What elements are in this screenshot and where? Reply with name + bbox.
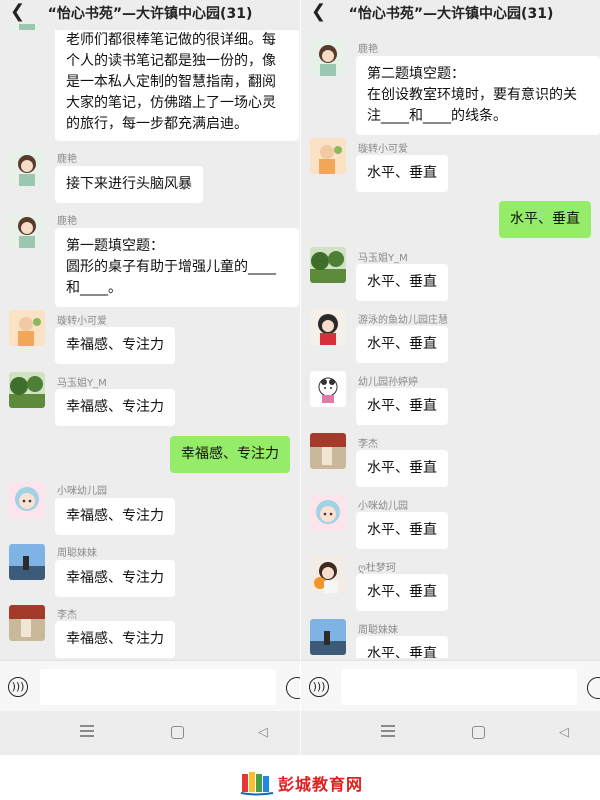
message-text-line: 是一本私人定制的智慧指南，翻阅 (66, 74, 276, 90)
message-bubble[interactable]: 幸福感、专注力 (55, 327, 175, 364)
sender-name: 游泳的鱼幼儿园庄慧 (358, 315, 448, 326)
sender-name: 马玉姐Y_M (57, 378, 107, 389)
sender-name: 鹿艳 (57, 216, 77, 227)
chat-title: “怡心书苑”—大许镇中心园(31) (348, 6, 554, 22)
avatar[interactable] (9, 150, 45, 186)
site-name: 彭城教育网 (278, 775, 364, 794)
sender-name: ღ杜梦珂 (358, 563, 396, 574)
site-logo-icon (240, 770, 274, 800)
message-bubble[interactable]: 老师们都很棒笔记做的很详细。每 个人的读书笔记都是独一份的，像 是一本私人定制的… (55, 30, 299, 141)
sender-name: 李杰 (57, 610, 77, 621)
emoji-icon[interactable] (286, 677, 300, 699)
message-bubble[interactable]: 水平、垂直 (356, 326, 448, 363)
message-text-line: 的旅行，每一步都充满启迪。 (66, 116, 248, 132)
avatar[interactable] (310, 138, 346, 174)
avatar[interactable] (9, 544, 45, 580)
message-text-line: 老师们都很棒笔记做的很详细。每 (66, 32, 276, 48)
sender-name: 小咪幼儿园 (358, 501, 408, 512)
sender-name: 周聪妹妹 (358, 625, 398, 636)
message-bubble[interactable]: 水平、垂直 (356, 574, 448, 611)
sender-name: 璇转小可爱 (57, 316, 107, 327)
avatar[interactable] (310, 557, 346, 593)
sender-name: 鹿艳 (358, 44, 378, 55)
message-bubble[interactable]: 水平、垂直 (356, 155, 448, 192)
message-text-line: 注____和____的线条。 (367, 108, 507, 124)
avatar[interactable] (9, 372, 45, 408)
triangle-back-icon[interactable]: ◁ (258, 725, 268, 740)
message-bubble[interactable]: 幸福感、专注力 (55, 498, 175, 535)
message-list[interactable]: 老师们都很棒笔记做的很详细。每 个人的读书笔记都是独一份的，像 是一本私人定制的… (0, 24, 300, 658)
my-message-bubble[interactable]: 水平、垂直 (499, 201, 591, 238)
message-bubble[interactable]: 水平、垂直 (356, 512, 448, 549)
avatar[interactable] (310, 433, 346, 469)
voice-icon[interactable]: ))) (8, 677, 28, 697)
message-bubble[interactable]: 接下来进行头脑风暴 (55, 166, 203, 203)
triangle-back-icon[interactable]: ◁ (559, 725, 569, 740)
avatar[interactable] (310, 40, 346, 76)
avatar[interactable] (310, 495, 346, 531)
sender-name: 幼儿园孙婷婷 (358, 377, 418, 388)
avatar[interactable] (310, 309, 346, 345)
message-text-line: 个人的读书笔记都是独一份的，像 (66, 53, 276, 69)
message-text-line: 在创设教室环境时，要有意识的关 (367, 87, 577, 103)
message-bubble[interactable]: 幸福感、专注力 (55, 560, 175, 597)
message-text-line: 和____。 (66, 280, 122, 296)
message-text-line: 第二题填空题： (367, 66, 465, 82)
home-icon[interactable] (171, 726, 184, 739)
voice-icon[interactable]: ))) (309, 677, 329, 697)
system-navbar: ◁ (0, 711, 300, 755)
message-text-line: 圆形的桌子有助于增强儿童的____ (66, 259, 276, 275)
sender-name: 马玉姐Y_M (358, 253, 408, 264)
message-text-line: 大家的笔记，仿佛踏上了一场心灵 (66, 95, 276, 111)
right-chat-screen: ❮ “怡心书苑”—大许镇中心园(31) 鹿艳 第二题填空题： 在创设教室环境时，… (301, 0, 600, 755)
message-bubble[interactable]: 水平、垂直 (356, 450, 448, 487)
message-list[interactable]: 鹿艳 第二题填空题： 在创设教室环境时，要有意识的关 注____和____的线条… (301, 24, 600, 658)
input-bar: ))) (301, 660, 600, 711)
sender-name: 璇转小可爱 (358, 144, 408, 155)
sender-name: 周聪妹妹 (57, 548, 97, 559)
left-chat-screen: ❮ “怡心书苑”—大许镇中心园(31) 老师们都很棒笔记做的很详细。每 个人的读… (0, 0, 300, 755)
message-bubble[interactable]: 水平、垂直 (356, 264, 448, 301)
input-bar: ))) (0, 660, 300, 711)
chat-header: ❮ “怡心书苑”—大许镇中心园(31) (301, 0, 600, 26)
avatar[interactable] (310, 619, 346, 655)
menu-icon[interactable] (80, 725, 94, 737)
message-bubble[interactable]: 第二题填空题： 在创设教室环境时，要有意识的关 注____和____的线条。 (356, 56, 600, 135)
avatar[interactable] (9, 24, 45, 30)
chat-header: ❮ “怡心书苑”—大许镇中心园(31) (0, 0, 300, 26)
system-navbar: ◁ (301, 711, 600, 755)
sender-name: 小咪幼儿园 (57, 486, 107, 497)
message-input[interactable] (341, 669, 577, 705)
avatar[interactable] (9, 212, 45, 248)
sender-name: 鹿艳 (57, 154, 77, 165)
message-text-line: 第一题填空题： (66, 238, 164, 254)
message-bubble[interactable]: 幸福感、专注力 (55, 621, 175, 658)
sender-name: 李杰 (358, 439, 378, 450)
message-bubble[interactable]: 幸福感、专注力 (55, 389, 175, 426)
avatar[interactable] (9, 482, 45, 518)
avatar[interactable] (310, 371, 346, 407)
avatar[interactable] (310, 247, 346, 283)
chat-title: “怡心书苑”—大许镇中心园(31) (47, 6, 253, 22)
my-message-bubble[interactable]: 幸福感、专注力 (170, 436, 290, 473)
message-bubble[interactable]: 水平、垂直 (356, 388, 448, 425)
menu-icon[interactable] (381, 725, 395, 737)
message-input[interactable] (40, 669, 276, 705)
message-bubble[interactable]: 第一题填空题： 圆形的桌子有助于增强儿童的____ 和____。 (55, 228, 299, 307)
avatar[interactable] (9, 310, 45, 346)
avatar[interactable] (9, 605, 45, 641)
message-bubble[interactable]: 水平、垂直 (356, 636, 448, 658)
emoji-icon[interactable] (587, 677, 600, 699)
home-icon[interactable] (472, 726, 485, 739)
